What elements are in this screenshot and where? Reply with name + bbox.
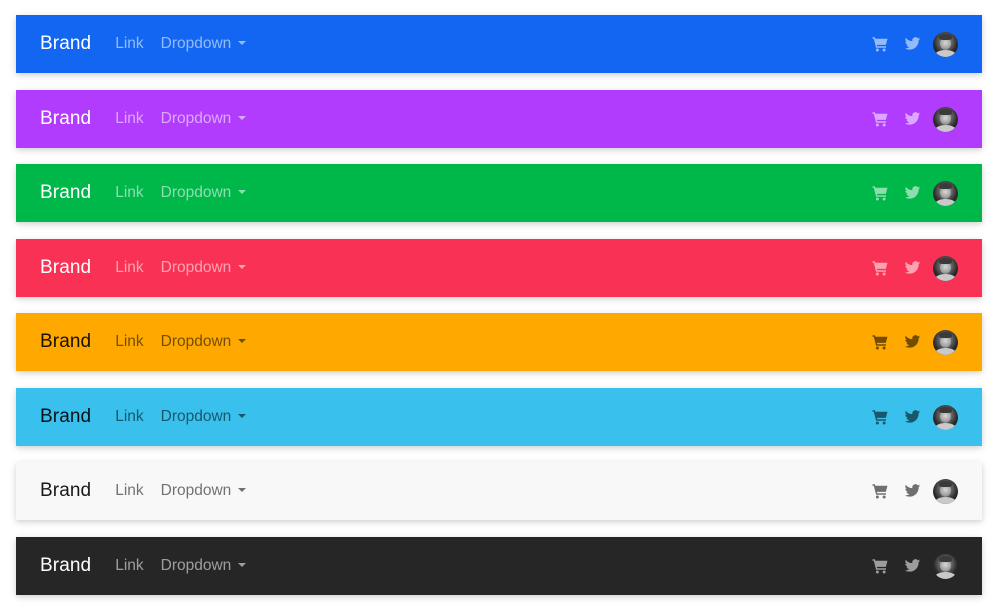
twitter-icon[interactable]	[904, 259, 921, 277]
twitter-icon[interactable]	[904, 557, 921, 575]
navbar-right-group	[871, 329, 958, 355]
nav-link[interactable]: Link	[115, 408, 143, 426]
nav-dropdown-label: Dropdown	[160, 35, 232, 52]
navbar-warning: Brand Link Dropdown	[16, 313, 982, 371]
nav-link[interactable]: Link	[115, 333, 143, 351]
caret-down-icon	[238, 41, 247, 45]
navbar-brand[interactable]: Brand	[40, 555, 91, 577]
navbar-brand[interactable]: Brand	[40, 480, 91, 502]
nav-link[interactable]: Link	[115, 557, 143, 575]
navbar-brand[interactable]: Brand	[40, 257, 91, 279]
cart-icon[interactable]	[871, 333, 889, 351]
user-avatar[interactable]	[933, 31, 958, 57]
twitter-icon[interactable]	[904, 482, 921, 500]
navbar-right-group	[871, 553, 958, 579]
nav-dropdown-toggle[interactable]: Dropdown	[161, 408, 247, 426]
cart-icon[interactable]	[871, 184, 889, 202]
navbar-success: Brand Link Dropdown	[16, 164, 982, 222]
navbar-brand[interactable]: Brand	[40, 33, 91, 55]
nav-dropdown-label: Dropdown	[160, 184, 232, 201]
nav-dropdown-toggle[interactable]: Dropdown	[161, 184, 247, 202]
twitter-icon[interactable]	[904, 110, 921, 128]
navbar-secondary: Brand Link Dropdown	[16, 90, 982, 148]
navbar-brand[interactable]: Brand	[40, 108, 91, 130]
user-avatar[interactable]	[933, 180, 958, 206]
user-avatar[interactable]	[933, 553, 958, 579]
navbar-right-group	[871, 404, 958, 430]
user-avatar[interactable]	[933, 329, 958, 355]
navbar-right-group	[871, 180, 958, 206]
twitter-icon[interactable]	[904, 184, 921, 202]
navbar-right-group	[871, 31, 958, 57]
twitter-icon[interactable]	[904, 408, 921, 426]
nav-dropdown-label: Dropdown	[160, 408, 232, 425]
cart-icon[interactable]	[871, 35, 889, 53]
navbar-light: Brand Link Dropdown	[16, 462, 982, 520]
cart-icon[interactable]	[871, 557, 889, 575]
nav-dropdown-label: Dropdown	[160, 259, 232, 276]
cart-icon[interactable]	[871, 259, 889, 277]
nav-dropdown-label: Dropdown	[160, 333, 232, 350]
user-avatar[interactable]	[933, 255, 958, 281]
nav-dropdown-toggle[interactable]: Dropdown	[161, 333, 247, 351]
cart-icon[interactable]	[871, 482, 889, 500]
caret-down-icon	[238, 488, 247, 492]
caret-down-icon	[238, 265, 247, 269]
caret-down-icon	[238, 563, 247, 567]
navbar-right-group	[871, 106, 958, 132]
user-avatar[interactable]	[933, 404, 958, 430]
nav-dropdown-label: Dropdown	[160, 110, 232, 127]
navbar-right-group	[871, 478, 958, 504]
cart-icon[interactable]	[871, 408, 889, 426]
nav-link[interactable]: Link	[115, 482, 143, 500]
nav-link[interactable]: Link	[115, 110, 143, 128]
navbar-info: Brand Link Dropdown	[16, 388, 982, 446]
caret-down-icon	[238, 414, 247, 418]
caret-down-icon	[238, 339, 247, 343]
cart-icon[interactable]	[871, 110, 889, 128]
nav-dropdown-toggle[interactable]: Dropdown	[161, 110, 247, 128]
nav-dropdown-toggle[interactable]: Dropdown	[161, 482, 247, 500]
user-avatar[interactable]	[933, 106, 958, 132]
navbar-brand[interactable]: Brand	[40, 406, 91, 428]
nav-link[interactable]: Link	[115, 184, 143, 202]
nav-dropdown-toggle[interactable]: Dropdown	[161, 35, 247, 53]
navbar-right-group	[871, 255, 958, 281]
nav-dropdown-label: Dropdown	[160, 482, 232, 499]
navbar-brand[interactable]: Brand	[40, 182, 91, 204]
navbar-primary: Brand Link Dropdown	[16, 15, 982, 73]
navbar-brand[interactable]: Brand	[40, 331, 91, 353]
nav-dropdown-toggle[interactable]: Dropdown	[161, 557, 247, 575]
caret-down-icon	[238, 190, 247, 194]
twitter-icon[interactable]	[904, 35, 921, 53]
twitter-icon[interactable]	[904, 333, 921, 351]
navbar-danger: Brand Link Dropdown	[16, 239, 982, 297]
nav-link[interactable]: Link	[115, 35, 143, 53]
user-avatar[interactable]	[933, 478, 958, 504]
nav-dropdown-toggle[interactable]: Dropdown	[161, 259, 247, 277]
caret-down-icon	[238, 116, 247, 120]
nav-dropdown-label: Dropdown	[160, 557, 232, 574]
navbar-dark: Brand Link Dropdown	[16, 537, 982, 595]
nav-link[interactable]: Link	[115, 259, 143, 277]
